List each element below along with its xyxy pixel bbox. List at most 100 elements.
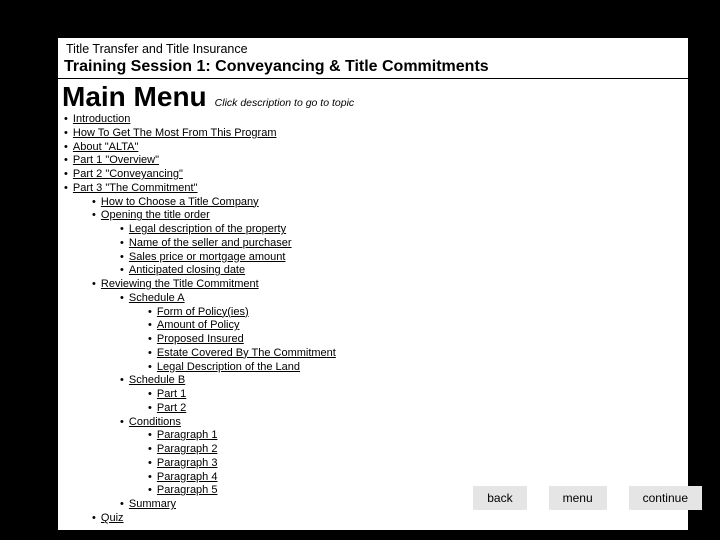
topic-row: • Schedule A xyxy=(120,292,682,306)
course-title: Title Transfer and Title Insurance xyxy=(58,38,688,58)
topic-row: • Legal description of the property xyxy=(120,223,682,237)
topic-link[interactable]: Anticipated closing date xyxy=(129,264,245,276)
topic-link[interactable]: Opening the title order xyxy=(101,209,210,221)
topic-row: • Reviewing the Title Commitment xyxy=(92,278,682,292)
bullet-icon: • xyxy=(64,168,71,180)
continue-button[interactable]: continue xyxy=(629,486,702,510)
bullet-icon: • xyxy=(64,113,71,125)
topic-row: • Proposed Insured xyxy=(148,333,682,347)
topic-link[interactable]: Part 3 "The Commitment" xyxy=(73,182,198,194)
bullet-icon: • xyxy=(92,512,99,524)
topic-link[interactable]: Paragraph 1 xyxy=(157,429,218,441)
topic-row: • Part 3 "The Commitment" xyxy=(64,182,682,196)
topic-link[interactable]: Part 1 xyxy=(157,388,186,400)
topic-row: • Quiz xyxy=(92,512,682,526)
topic-row: • Conditions xyxy=(120,416,682,430)
topic-link[interactable]: Paragraph 4 xyxy=(157,471,218,483)
bullet-icon: • xyxy=(148,319,155,331)
topic-link[interactable]: Introduction xyxy=(73,113,130,125)
topic-row: • How To Get The Most From This Program xyxy=(64,127,682,141)
topic-link[interactable]: Legal Description of the Land xyxy=(157,361,300,373)
topic-row: • Opening the title order xyxy=(92,209,682,223)
topic-link[interactable]: How To Get The Most From This Program xyxy=(73,127,277,139)
bullet-icon: • xyxy=(120,237,127,249)
topic-row: • How to Choose a Title Company xyxy=(92,196,682,210)
bullet-icon: • xyxy=(148,388,155,400)
topic-link[interactable]: Proposed Insured xyxy=(157,333,244,345)
bullet-icon: • xyxy=(64,182,71,194)
topic-row: • Name of the seller and purchaser xyxy=(120,237,682,251)
bullet-icon: • xyxy=(148,306,155,318)
topic-row: • Paragraph 3 xyxy=(148,457,682,471)
bullet-icon: • xyxy=(148,443,155,455)
topic-link[interactable]: Paragraph 5 xyxy=(157,484,218,496)
topic-link[interactable]: Schedule A xyxy=(129,292,185,304)
topic-link[interactable]: Quiz xyxy=(101,512,124,524)
topic-link[interactable]: Legal description of the property xyxy=(129,223,286,235)
topic-link[interactable]: Part 1 "Overview" xyxy=(73,154,159,166)
topic-link[interactable]: Amount of Policy xyxy=(157,319,240,331)
topic-row: • Sales price or mortgage amount xyxy=(120,251,682,265)
topic-list: • Introduction• How To Get The Most From… xyxy=(58,113,688,530)
content-box: Title Transfer and Title Insurance Train… xyxy=(58,38,688,530)
training-slide: Title Transfer and Title Insurance Train… xyxy=(58,38,688,530)
topic-link[interactable]: Paragraph 3 xyxy=(157,457,218,469)
topic-row: • Estate Covered By The Commitment xyxy=(148,347,682,361)
topic-row: • Part 1 xyxy=(148,388,682,402)
topic-row: • Schedule B xyxy=(120,374,682,388)
topic-row: • Part 2 "Conveyancing" xyxy=(64,168,682,182)
topic-link[interactable]: About "ALTA" xyxy=(73,141,139,153)
topic-link[interactable]: Name of the seller and purchaser xyxy=(129,237,292,249)
bullet-icon: • xyxy=(120,292,127,304)
bullet-icon: • xyxy=(120,264,127,276)
topic-row: • Part 1 "Overview" xyxy=(64,154,682,168)
topic-link[interactable]: Sales price or mortgage amount xyxy=(129,251,286,263)
bullet-icon: • xyxy=(148,347,155,359)
topic-row: • Paragraph 4 xyxy=(148,471,682,485)
topic-link[interactable]: Conditions xyxy=(129,416,181,428)
topic-row: • Amount of Policy xyxy=(148,319,682,333)
bullet-icon: • xyxy=(64,154,71,166)
bullet-icon: • xyxy=(64,141,71,153)
bullet-icon: • xyxy=(92,209,99,221)
back-button[interactable]: back xyxy=(473,486,526,510)
click-hint: Click description to go to topic xyxy=(215,97,354,109)
topic-link[interactable]: Part 2 xyxy=(157,402,186,414)
topic-row: • Paragraph 2 xyxy=(148,443,682,457)
topic-link[interactable]: Reviewing the Title Commitment xyxy=(101,278,259,290)
topic-link[interactable]: Part 2 "Conveyancing" xyxy=(73,168,183,180)
bullet-icon: • xyxy=(64,127,71,139)
bullet-icon: • xyxy=(120,223,127,235)
topic-row: • Legal Description of the Land xyxy=(148,361,682,375)
bullet-icon: • xyxy=(148,333,155,345)
main-menu-row: Main Menu Click description to go to top… xyxy=(58,79,688,113)
nav-buttons: back menu continue xyxy=(473,486,702,510)
topic-link[interactable]: How to Choose a Title Company xyxy=(101,196,259,208)
bullet-icon: • xyxy=(148,361,155,373)
menu-button[interactable]: menu xyxy=(549,486,607,510)
bullet-icon: • xyxy=(148,471,155,483)
bullet-icon: • xyxy=(148,429,155,441)
session-title: Training Session 1: Conveyancing & Title… xyxy=(58,58,688,79)
topic-row: • Anticipated closing date xyxy=(120,264,682,278)
bullet-icon: • xyxy=(92,278,99,290)
topic-row: • Form of Policy(ies) xyxy=(148,306,682,320)
main-menu-heading: Main Menu xyxy=(62,79,207,113)
topic-link[interactable]: Paragraph 2 xyxy=(157,443,218,455)
bullet-icon: • xyxy=(148,402,155,414)
bullet-icon: • xyxy=(120,498,127,510)
bullet-icon: • xyxy=(92,196,99,208)
topic-row: • Part 2 xyxy=(148,402,682,416)
topic-link[interactable]: Schedule B xyxy=(129,374,185,386)
topic-link[interactable]: Estate Covered By The Commitment xyxy=(157,347,336,359)
topic-row: • Paragraph 1 xyxy=(148,429,682,443)
topic-row: • About "ALTA" xyxy=(64,141,682,155)
bullet-icon: • xyxy=(120,374,127,386)
bullet-icon: • xyxy=(120,251,127,263)
topic-link[interactable]: Summary xyxy=(129,498,176,510)
bullet-icon: • xyxy=(148,484,155,496)
bullet-icon: • xyxy=(148,457,155,469)
topic-row: • Introduction xyxy=(64,113,682,127)
topic-link[interactable]: Form of Policy(ies) xyxy=(157,306,249,318)
bullet-icon: • xyxy=(120,416,127,428)
